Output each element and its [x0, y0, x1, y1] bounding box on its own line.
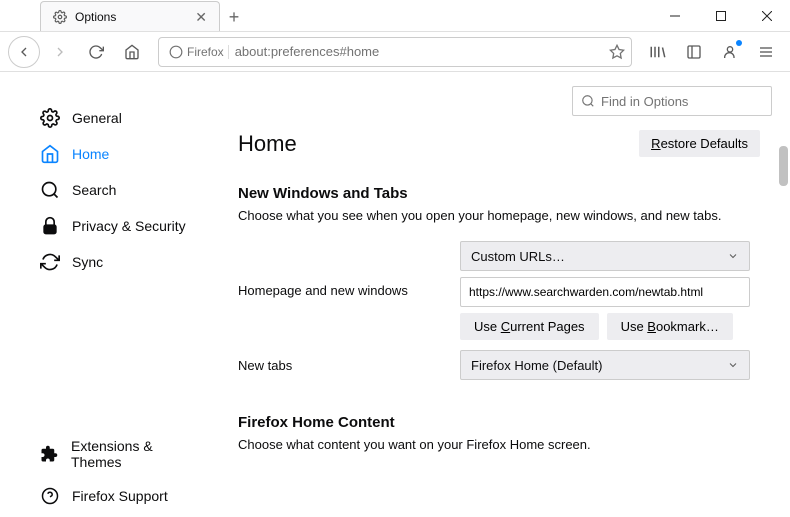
search-icon	[40, 180, 60, 200]
homepage-label: Homepage and new windows	[238, 283, 448, 298]
sidebar-item-sync[interactable]: Sync	[30, 244, 210, 280]
section-desc: Choose what content you want on your Fir…	[238, 437, 760, 452]
home-button[interactable]	[116, 36, 148, 68]
tab-options[interactable]: Options ✕	[40, 1, 220, 31]
search-icon	[581, 94, 595, 108]
select-value: Custom URLs…	[471, 249, 565, 264]
sidebar-item-label: Privacy & Security	[72, 218, 186, 234]
close-icon[interactable]: ✕	[195, 10, 207, 24]
identity-label: Firefox	[187, 45, 224, 59]
url-bar[interactable]: Firefox	[158, 37, 632, 67]
sidebar-item-label: Firefox Support	[72, 488, 168, 504]
sync-icon	[40, 252, 60, 272]
new-tab-button[interactable]: +	[220, 3, 248, 31]
maximize-button[interactable]	[698, 0, 744, 32]
section-title: Firefox Home Content	[238, 414, 760, 431]
window-controls	[652, 0, 790, 31]
menu-button[interactable]	[750, 36, 782, 68]
sidebar-item-label: Home	[72, 146, 109, 162]
section-header: Home Restore Defaults	[238, 130, 760, 157]
section-desc: Choose what you see when you open your h…	[238, 208, 760, 223]
main-panel: Find in Options Home Restore Defaults Ne…	[220, 72, 790, 517]
chevron-down-icon	[727, 250, 739, 262]
homepage-select[interactable]: Custom URLs…	[460, 241, 750, 271]
tab-title: Options	[75, 10, 116, 24]
sidebar-item-label: Search	[72, 182, 116, 198]
url-input[interactable]	[235, 44, 603, 59]
sidebar-item-extensions[interactable]: Extensions & Themes	[30, 430, 210, 478]
use-current-button[interactable]: Use Current Pages	[460, 313, 599, 340]
reload-button[interactable]	[80, 36, 112, 68]
sidebar-item-general[interactable]: General	[30, 100, 210, 136]
minimize-button[interactable]	[652, 0, 698, 32]
nav-toolbar: Firefox	[0, 32, 790, 72]
scrollbar-thumb[interactable]	[779, 146, 788, 186]
find-in-options[interactable]: Find in Options	[572, 86, 772, 116]
sidebar-item-privacy[interactable]: Privacy & Security	[30, 208, 210, 244]
titlebar: Options ✕ +	[0, 0, 790, 32]
select-value: Firefox Home (Default)	[471, 358, 602, 373]
lock-icon	[40, 216, 60, 236]
account-button[interactable]	[714, 36, 746, 68]
homepage-row: Homepage and new windows Custom URLs… Us…	[238, 241, 760, 340]
firefox-icon	[169, 45, 183, 59]
sidebar-item-label: Sync	[72, 254, 103, 270]
bookmark-star-icon[interactable]	[609, 44, 625, 60]
sidebar-toggle-button[interactable]	[678, 36, 710, 68]
sidebar-item-label: Extensions & Themes	[71, 438, 200, 470]
gear-icon	[40, 108, 60, 128]
section-title: New Windows and Tabs	[238, 185, 760, 202]
tab-strip: Options ✕ +	[0, 0, 248, 31]
identity-box[interactable]: Firefox	[165, 45, 229, 59]
newtabs-label: New tabs	[238, 358, 448, 373]
find-placeholder: Find in Options	[601, 94, 688, 109]
homepage-buttons: Use Current Pages Use Bookmark…	[460, 313, 760, 340]
sidebar-item-home[interactable]: Home	[30, 136, 210, 172]
sidebar-item-search[interactable]: Search	[30, 172, 210, 208]
page-title: Home	[238, 131, 297, 157]
puzzle-icon	[40, 444, 59, 464]
forward-button[interactable]	[44, 36, 76, 68]
home-icon	[40, 144, 60, 164]
library-button[interactable]	[642, 36, 674, 68]
help-icon	[40, 486, 60, 506]
content-area: General Home Search Privacy & Security S…	[0, 72, 790, 517]
back-button[interactable]	[8, 36, 40, 68]
use-bookmark-button[interactable]: Use Bookmark…	[607, 313, 733, 340]
restore-defaults-button[interactable]: Restore Defaults	[639, 130, 760, 157]
sidebar: General Home Search Privacy & Security S…	[0, 72, 220, 517]
newtabs-select[interactable]: Firefox Home (Default)	[460, 350, 750, 380]
sidebar-item-support[interactable]: Firefox Support	[30, 478, 210, 514]
sidebar-item-label: General	[72, 110, 122, 126]
gear-icon	[53, 10, 67, 24]
close-window-button[interactable]	[744, 0, 790, 32]
chevron-down-icon	[727, 359, 739, 371]
newtabs-row: New tabs Firefox Home (Default)	[238, 350, 760, 380]
homepage-url-input[interactable]	[460, 277, 750, 307]
